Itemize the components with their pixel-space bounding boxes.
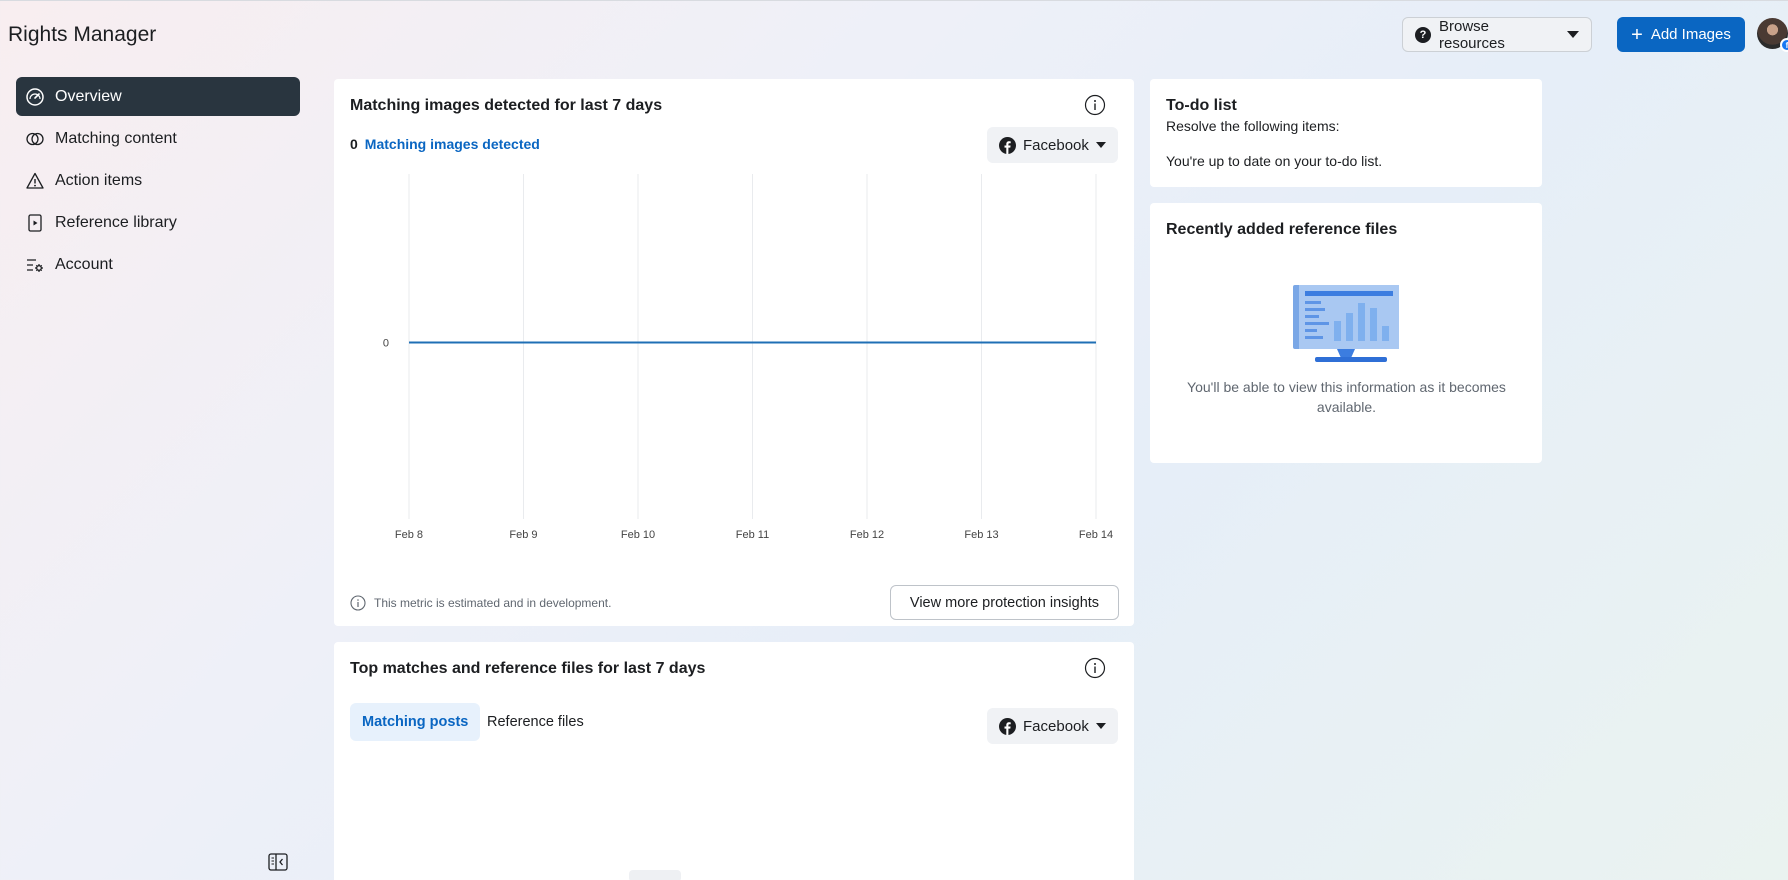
overlap-circles-icon bbox=[25, 129, 45, 149]
todo-subtitle: Resolve the following items: bbox=[1166, 118, 1340, 134]
card-title: Recently added reference files bbox=[1166, 221, 1398, 238]
matching-images-chart: Feb 8 Feb 9 Feb 10 Feb 11 Feb 12 Feb 13 Feb 14… bbox=[383, 174, 1113, 541]
settings-list-icon bbox=[25, 255, 45, 275]
facebook-icon bbox=[999, 717, 1016, 735]
monitor-chart-illustration bbox=[1293, 285, 1399, 362]
tab-matching-posts[interactable]: Matching posts bbox=[350, 703, 481, 741]
empty-state-text: You'll be able to view this information … bbox=[1187, 379, 1506, 415]
top-matches-card: Top matches and reference files for last… bbox=[334, 642, 1134, 880]
sidebar-item-overview[interactable]: Overview bbox=[16, 77, 300, 116]
plus-icon: + bbox=[1631, 23, 1643, 46]
card-title: Top matches and reference files for last… bbox=[350, 660, 706, 677]
x-tick-label: Feb 14 bbox=[1079, 529, 1113, 541]
matching-images-card: Matching images detected for last 7 days… bbox=[334, 79, 1134, 626]
sidebar-item-action-items[interactable]: Action items bbox=[16, 161, 300, 200]
card-title: To-do list bbox=[1166, 97, 1237, 114]
sidebar-item-label: Reference library bbox=[55, 213, 177, 231]
sidebar-item-account[interactable]: Account bbox=[16, 245, 300, 284]
todo-status: You're up to date on your to-do list. bbox=[1166, 153, 1383, 169]
metric-note-text: This metric is estimated and in developm… bbox=[374, 596, 612, 610]
app-title: Rights Manager bbox=[8, 23, 157, 46]
x-tick-label: Feb 12 bbox=[850, 529, 884, 541]
add-images-label: Add Images bbox=[1650, 26, 1731, 43]
video-file-icon bbox=[25, 213, 45, 233]
sidebar-item-label: Overview bbox=[55, 87, 122, 105]
sidebar-item-label: Account bbox=[55, 255, 113, 273]
platform-label: Facebook bbox=[1023, 717, 1089, 735]
loading-placeholder bbox=[629, 870, 681, 880]
collapse-sidebar-icon[interactable] bbox=[268, 853, 288, 876]
metric-note: This metric is estimated and in developm… bbox=[350, 595, 611, 611]
recent-files-card: Recently added reference files You'll be… bbox=[1150, 203, 1542, 463]
todo-card: To-do list Resolve the following items: … bbox=[1150, 79, 1542, 187]
info-icon bbox=[350, 595, 366, 611]
tab-reference-files[interactable]: Reference files bbox=[475, 703, 596, 741]
warning-icon bbox=[25, 171, 45, 191]
x-tick-label: Feb 11 bbox=[736, 529, 769, 541]
info-icon[interactable] bbox=[1084, 657, 1106, 679]
facebook-badge-icon: f bbox=[1780, 38, 1788, 52]
sidebar-item-label: Action items bbox=[55, 171, 143, 189]
platform-dropdown[interactable]: Facebook bbox=[987, 708, 1118, 744]
browse-resources-button[interactable]: ? Browse resources bbox=[1402, 17, 1592, 52]
sidebar-item-label: Matching content bbox=[55, 129, 177, 147]
caret-down-icon bbox=[1096, 723, 1106, 729]
add-images-button[interactable]: + Add Images bbox=[1617, 17, 1745, 52]
x-tick-label: Feb 13 bbox=[964, 529, 998, 541]
sidebar-nav: Overview Matching content Action items R… bbox=[16, 77, 300, 287]
sidebar-item-matching-content[interactable]: Matching content bbox=[16, 119, 300, 158]
x-tick-label: Feb 8 bbox=[395, 529, 423, 541]
browse-resources-label: Browse resources bbox=[1439, 17, 1505, 52]
gauge-icon bbox=[25, 87, 45, 107]
view-insights-button[interactable]: View more protection insights bbox=[890, 585, 1119, 620]
help-icon: ? bbox=[1415, 26, 1431, 43]
y-tick-label: 0 bbox=[383, 338, 389, 350]
sidebar-item-reference-library[interactable]: Reference library bbox=[16, 203, 300, 242]
avatar[interactable]: f bbox=[1757, 18, 1788, 52]
x-tick-label: Feb 9 bbox=[509, 529, 537, 541]
x-tick-label: Feb 10 bbox=[621, 529, 655, 541]
top-border bbox=[0, 0, 1788, 1]
caret-down-icon bbox=[1567, 31, 1579, 38]
